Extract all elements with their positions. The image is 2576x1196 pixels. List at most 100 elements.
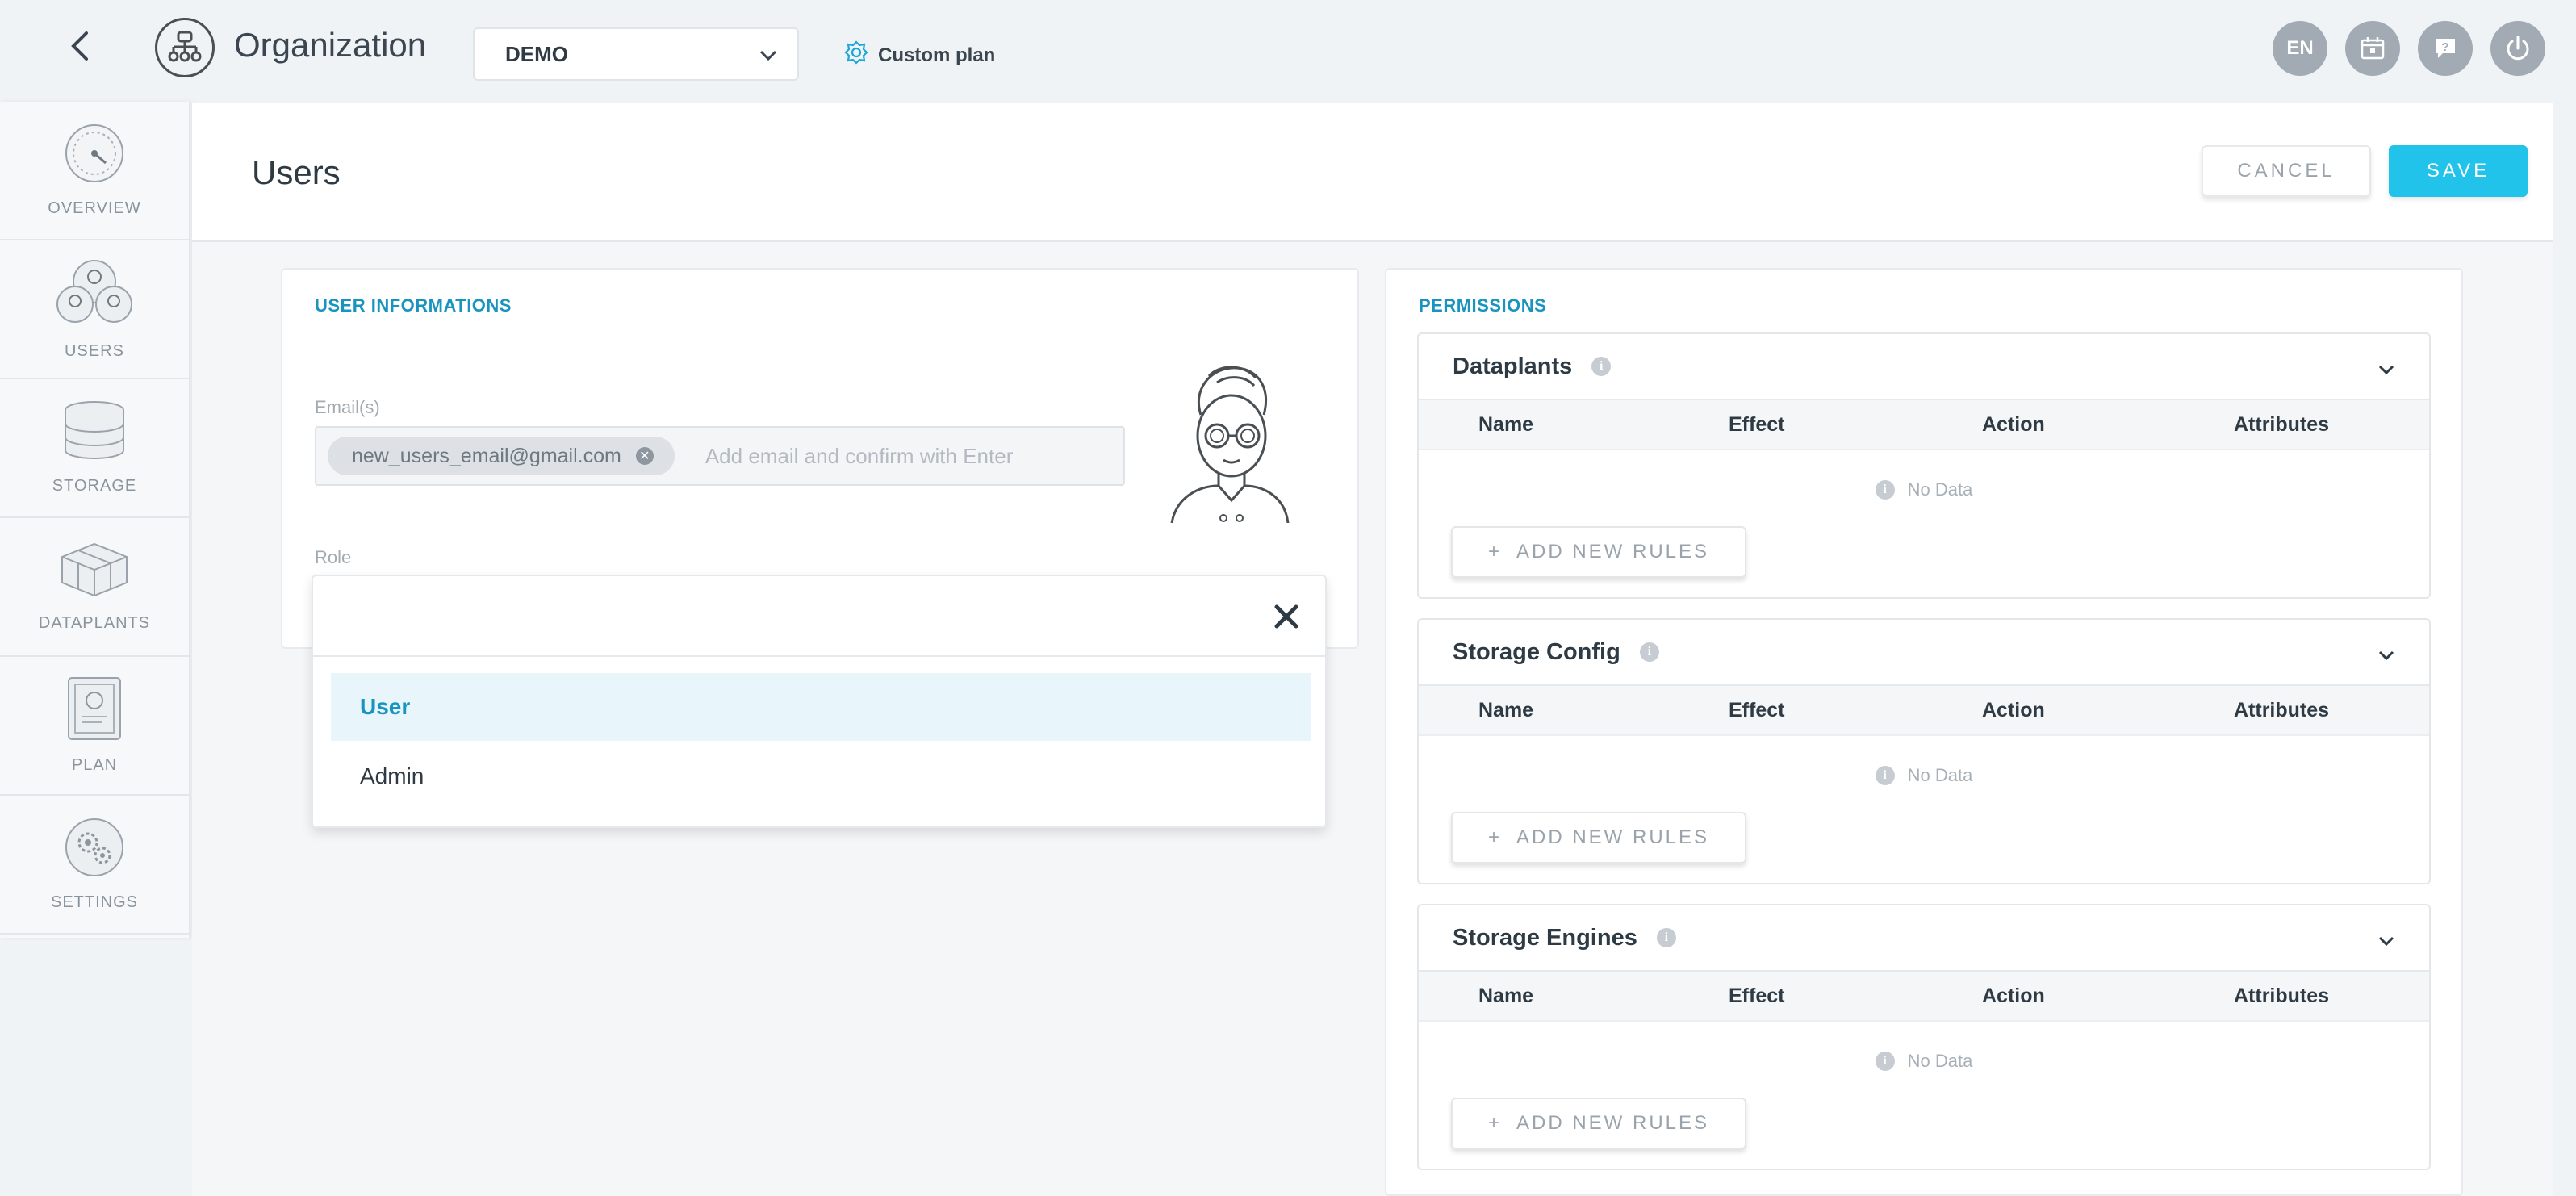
svg-text:?: ?: [2441, 40, 2448, 54]
permission-group-header[interactable]: Dataplants i: [1419, 334, 2429, 400]
sidebar-item-overview[interactable]: OVERVIEW: [0, 102, 189, 240]
database-icon: [62, 400, 127, 466]
permission-group-title: Dataplants: [1453, 353, 1573, 379]
column-header-attributes: Attributes: [2234, 413, 2330, 436]
column-header-effect: Effect: [1729, 985, 1785, 1007]
column-header-attributes: Attributes: [2234, 699, 2330, 721]
permission-group-storage-engines: Storage Engines i Name Effect Action Att…: [1417, 904, 2431, 1170]
sidebar-item-plan[interactable]: PLAN: [0, 657, 189, 796]
sidebar-item-label: OVERVIEW: [48, 199, 141, 217]
empty-state: i No Data: [1419, 479, 2429, 500]
email-input-placeholder[interactable]: Add email and confirm with Enter: [705, 444, 1014, 469]
role-option-user[interactable]: User: [331, 673, 1311, 741]
permissions-title: PERMISSIONS: [1419, 295, 1547, 316]
add-new-rules-button[interactable]: + ADD NEW RULES: [1451, 1098, 1746, 1149]
column-header-attributes: Attributes: [2234, 985, 2330, 1007]
organization-select-value: DEMO: [505, 41, 568, 66]
sidebar-item-storage[interactable]: STORAGE: [0, 379, 189, 518]
cubes-icon: [57, 541, 132, 603]
user-avatar: [1169, 358, 1290, 527]
column-header-action: Action: [1982, 699, 2045, 721]
custom-plan-link[interactable]: Custom plan: [844, 40, 995, 70]
column-header-name: Name: [1478, 699, 1534, 721]
help-chat-icon[interactable]: ?: [2418, 21, 2473, 76]
no-data-text: No Data: [1907, 479, 1973, 500]
chevron-down-icon[interactable]: [2377, 644, 2395, 671]
app-title: Organization: [234, 26, 427, 64]
permission-group-title: Storage Engines: [1453, 924, 1637, 951]
page-title: Users: [252, 153, 341, 191]
no-data-text: No Data: [1907, 765, 1973, 785]
plus-icon: +: [1487, 826, 1502, 848]
power-logout-icon[interactable]: [2490, 21, 2545, 76]
add-new-rules-label: ADD NEW RULES: [1516, 826, 1710, 848]
column-header-name: Name: [1478, 985, 1534, 1007]
column-header-effect: Effect: [1729, 413, 1785, 436]
sidebar-item-label: STORAGE: [52, 477, 137, 495]
info-icon[interactable]: i: [1639, 642, 1659, 662]
chevron-down-icon[interactable]: [2377, 930, 2395, 956]
column-header-action: Action: [1982, 413, 2045, 436]
sidebar-item-label: DATAPLANTS: [38, 614, 151, 632]
sidebar-item-label: USERS: [65, 342, 124, 360]
remove-chip-icon[interactable]: ✕: [635, 447, 654, 465]
permission-group-header[interactable]: Storage Engines i: [1419, 905, 2429, 972]
permission-group-storage-config: Storage Config i Name Effect Action Attr…: [1417, 618, 2431, 884]
organization-logo-icon: [155, 18, 215, 77]
organization-select[interactable]: DEMO: [473, 27, 799, 81]
add-new-rules-button[interactable]: + ADD NEW RULES: [1451, 812, 1746, 864]
sidebar-item-label: PLAN: [71, 756, 118, 774]
permission-group-header[interactable]: Storage Config i: [1419, 620, 2429, 686]
column-header-action: Action: [1982, 985, 2045, 1007]
close-icon[interactable]: [1272, 602, 1301, 631]
sidebar-item-label: SETTINGS: [50, 893, 138, 911]
email-chip: new_users_email@gmail.com ✕: [328, 437, 675, 475]
add-new-rules-button[interactable]: + ADD NEW RULES: [1451, 526, 1746, 578]
cancel-button[interactable]: CANCEL: [2202, 145, 2371, 197]
empty-state: i No Data: [1419, 765, 2429, 786]
chevron-down-icon: [759, 45, 778, 70]
info-icon: i: [1875, 766, 1895, 785]
permissions-card: PERMISSIONS Dataplants i Name Effect Act…: [1385, 268, 2463, 1196]
plus-icon: +: [1487, 1112, 1502, 1134]
permission-group-title: Storage Config: [1453, 638, 1620, 665]
back-arrow-icon[interactable]: [65, 27, 94, 65]
role-label: Role: [315, 547, 352, 567]
role-dropdown-search[interactable]: [313, 576, 1325, 657]
column-header-effect: Effect: [1729, 699, 1785, 721]
sidebar-item-settings[interactable]: SETTINGS: [0, 796, 189, 935]
language-label: EN: [2286, 37, 2314, 59]
chevron-down-icon[interactable]: [2377, 358, 2395, 385]
info-icon: i: [1875, 480, 1895, 500]
plan-badge-icon: [844, 40, 868, 70]
column-header-name: Name: [1478, 413, 1534, 436]
no-data-text: No Data: [1907, 1051, 1973, 1071]
info-icon: i: [1875, 1052, 1895, 1071]
table-header: Name Effect Action Attributes: [1419, 686, 2429, 736]
info-icon[interactable]: i: [1656, 928, 1676, 947]
gears-icon: [64, 817, 125, 882]
page-header: Users CANCEL SAVE: [192, 103, 2553, 242]
add-new-rules-label: ADD NEW RULES: [1516, 1112, 1710, 1134]
info-icon[interactable]: i: [1591, 357, 1612, 376]
table-header: Name Effect Action Attributes: [1419, 972, 2429, 1022]
language-button[interactable]: EN: [2273, 21, 2327, 76]
plan-document-icon: [67, 676, 122, 745]
top-bar: Organization DEMO Custom plan EN ?: [0, 0, 2576, 100]
sidebar: OVERVIEW USERS STORAGE DATAPLANTS PLAN S…: [0, 102, 190, 938]
table-header: Name Effect Action Attributes: [1419, 400, 2429, 450]
add-new-rules-label: ADD NEW RULES: [1516, 541, 1710, 562]
role-dropdown: User Admin: [312, 575, 1327, 828]
email-label: Email(s): [315, 397, 380, 417]
plan-label: Custom plan: [878, 44, 996, 66]
gauge-icon: [64, 123, 125, 188]
role-option-admin[interactable]: Admin: [331, 742, 1311, 810]
plus-icon: +: [1487, 541, 1502, 562]
calendar-icon[interactable]: [2345, 21, 2400, 76]
sidebar-item-dataplants[interactable]: DATAPLANTS: [0, 518, 189, 657]
sidebar-item-users[interactable]: USERS: [0, 240, 189, 379]
email-field[interactable]: new_users_email@gmail.com ✕ Add email an…: [315, 426, 1125, 486]
email-chip-text: new_users_email@gmail.com: [352, 444, 621, 467]
save-button[interactable]: SAVE: [2389, 145, 2528, 197]
empty-state: i No Data: [1419, 1051, 2429, 1072]
